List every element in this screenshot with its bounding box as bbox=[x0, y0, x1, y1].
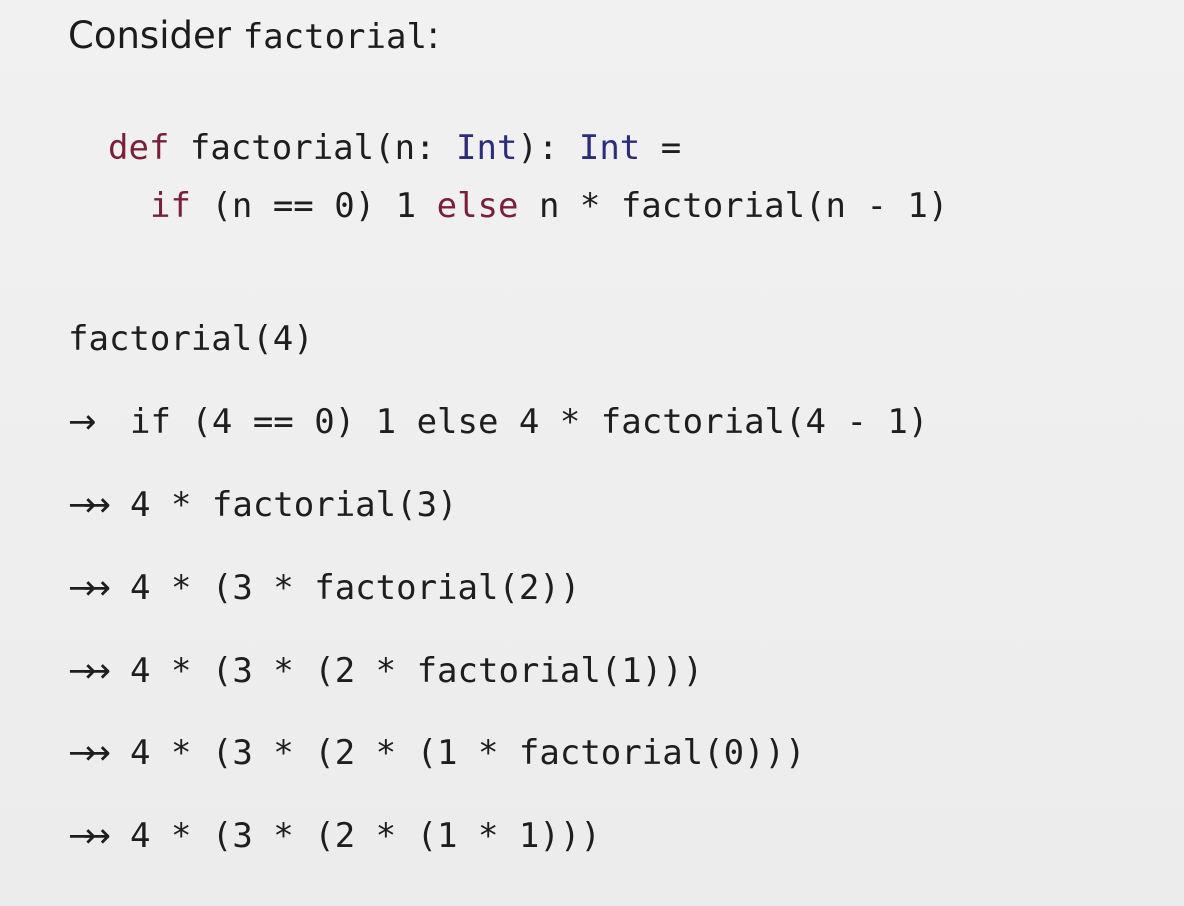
evaluation-step: →→ 4 * (3 * (2 * factorial(1))) bbox=[68, 651, 703, 691]
step-expression: 4 * (3 * (2 * (1 * factorial(0))) bbox=[130, 733, 806, 773]
evaluation-step: →→ 4 * (3 * (2 * (1 * factorial(0))) bbox=[68, 733, 806, 773]
rewrite-arrow-icon: → bbox=[68, 402, 97, 442]
definition-line-2: if (n == 0) 1 else n * factorial(n - 1) bbox=[150, 186, 948, 226]
step-expression: if (4 == 0) 1 else 4 * factorial(4 - 1) bbox=[130, 402, 929, 442]
evaluation-start: factorial(4) bbox=[68, 319, 314, 359]
multi-step-arrow-icon: →→ bbox=[68, 651, 111, 691]
step-expression: 4 * factorial(3) bbox=[130, 485, 458, 525]
heading-suffix: : bbox=[426, 14, 440, 57]
step-expression: 4 * (3 * (2 * (1 * 1))) bbox=[130, 816, 601, 856]
type-int-param: Int bbox=[456, 128, 518, 168]
signature-equals: = bbox=[640, 128, 682, 168]
evaluation-step: →→ 4 * (3 * (2 * (1 * 1))) bbox=[68, 816, 601, 856]
keyword-def: def bbox=[108, 128, 170, 168]
keyword-if: if bbox=[150, 186, 191, 226]
slide-heading: Consider factorial: bbox=[68, 14, 439, 57]
step-expression: 4 * (3 * (2 * factorial(1))) bbox=[130, 651, 704, 691]
heading-prefix: Consider bbox=[68, 14, 243, 57]
type-int-return: Int bbox=[578, 128, 641, 168]
evaluation-step: →→ 4 * (3 * factorial(2)) bbox=[68, 568, 580, 608]
multi-step-arrow-icon: →→ bbox=[68, 816, 111, 856]
multi-step-arrow-icon: →→ bbox=[68, 485, 111, 525]
evaluation-step: → if (4 == 0) 1 else 4 * factorial(4 - 1) bbox=[68, 402, 928, 442]
evaluation-step: →→ 4 * factorial(3) bbox=[68, 485, 458, 525]
definition-line-1: def factorial(n: Int): Int = bbox=[108, 128, 681, 168]
recursive-call: n * factorial(n - 1) bbox=[518, 186, 949, 226]
signature-colon: ): bbox=[517, 128, 579, 168]
condition: (n == 0) 1 bbox=[190, 186, 437, 226]
function-signature: factorial(n: bbox=[169, 128, 456, 168]
keyword-else: else bbox=[436, 186, 519, 226]
multi-step-arrow-icon: →→ bbox=[68, 568, 111, 608]
heading-code: factorial bbox=[242, 17, 427, 57]
slide: Consider factorial: def factorial(n: Int… bbox=[0, 0, 1184, 906]
multi-step-arrow-icon: →→ bbox=[68, 733, 111, 773]
step-expression: 4 * (3 * factorial(2)) bbox=[130, 568, 581, 608]
